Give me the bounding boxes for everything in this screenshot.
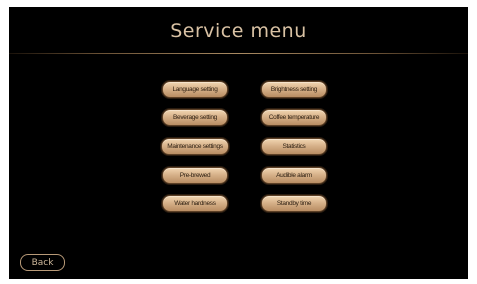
standby-time-button[interactable]: Standby time (261, 195, 327, 212)
title-divider (9, 53, 468, 54)
maintenance-settings-button[interactable]: Maintenance settings (161, 138, 229, 155)
page-title: Service menu (170, 20, 307, 42)
beverage-setting-button[interactable]: Beverage setting (162, 109, 228, 126)
language-setting-button[interactable]: Language setting (162, 81, 228, 98)
statistics-button[interactable]: Statistics (261, 138, 327, 155)
back-button[interactable]: Back (20, 254, 65, 271)
coffee-temperature-button[interactable]: Coffee temperature (261, 109, 327, 126)
service-screen: Service menu Language setting Beverage s… (9, 7, 468, 279)
audible-alarm-button[interactable]: Audible alarm (261, 167, 327, 184)
brightness-setting-button[interactable]: Brightness setting (261, 81, 327, 98)
pre-brewed-button[interactable]: Pre-brewed (162, 167, 228, 184)
water-hardness-button[interactable]: Water hardness (162, 195, 228, 212)
